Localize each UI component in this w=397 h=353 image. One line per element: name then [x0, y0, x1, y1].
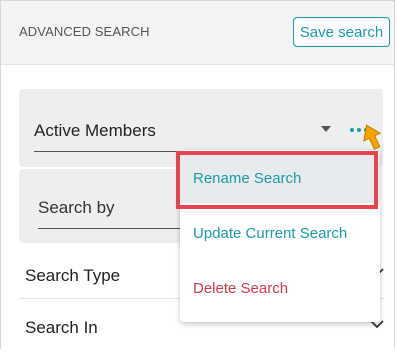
panel-title: ADVANCED SEARCH [19, 24, 150, 39]
save-search-button[interactable]: Save search [293, 17, 390, 47]
saved-search-menu: Rename Search Update Current Search Dele… [180, 150, 380, 322]
dropdown-caret-icon[interactable] [321, 126, 331, 132]
menu-item-label: Delete Search [193, 279, 289, 297]
search-by-label: Search by [38, 198, 115, 217]
menu-item-label: Rename Search [193, 169, 302, 187]
panel-header: ADVANCED SEARCH Save search [1, 1, 394, 65]
section-label: Search In [25, 318, 98, 337]
section-label: Search Type [25, 266, 121, 285]
saved-search-value: Active Members [34, 121, 156, 140]
pointer-cursor-icon [363, 124, 382, 150]
menu-item-label: Update Current Search [193, 224, 348, 242]
menu-item-update-current-search[interactable]: Update Current Search [180, 208, 380, 258]
menu-item-delete-search[interactable]: Delete Search [180, 263, 380, 313]
menu-item-rename-search[interactable]: Rename Search [180, 153, 380, 203]
